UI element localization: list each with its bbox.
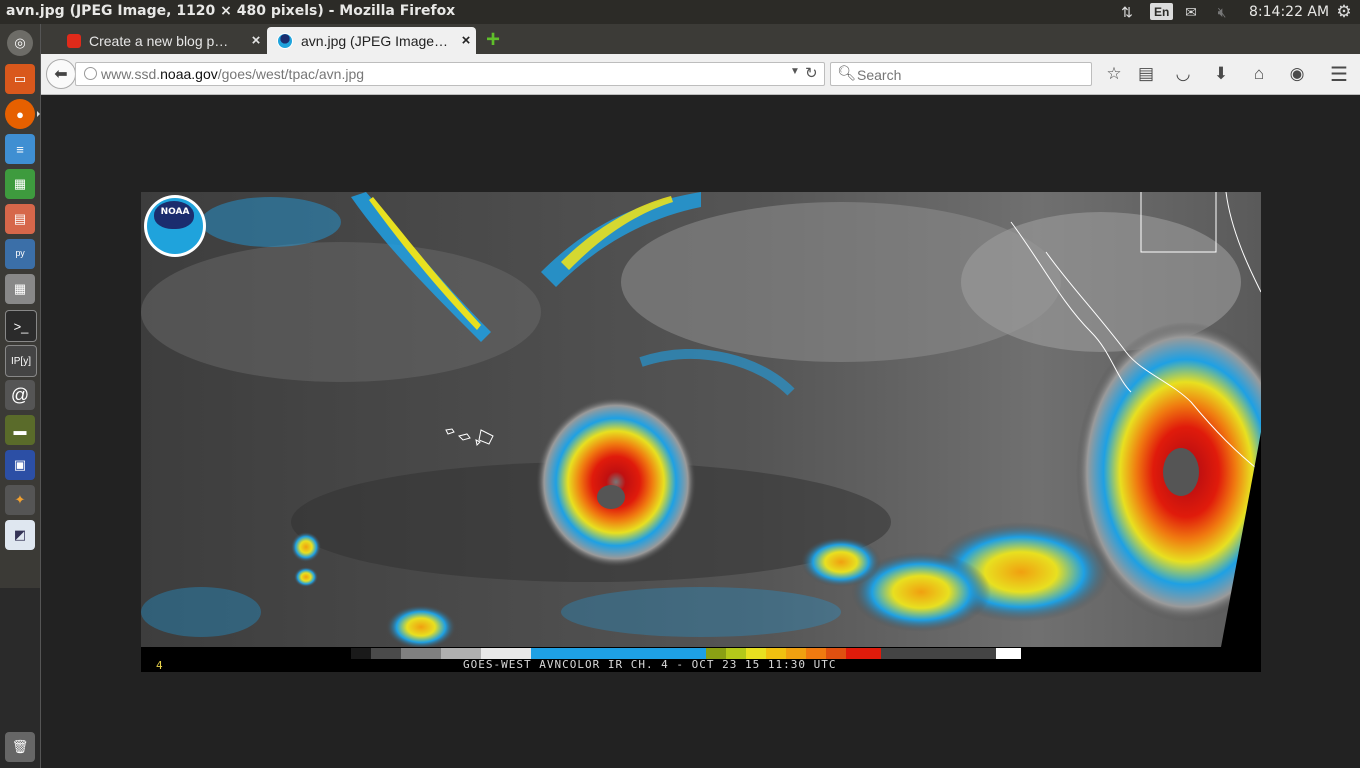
image-viewer-icon[interactable]: ◩ — [5, 520, 35, 550]
pocket-icon[interactable]: ◡ — [1172, 64, 1194, 84]
download-icon[interactable]: ⬇ — [1210, 64, 1232, 84]
url-text[interactable]: www.ssd.noaa.gov/goes/west/tpac/avn.jpg — [101, 66, 364, 82]
reading-list-icon[interactable]: ▤ — [1135, 64, 1157, 84]
window-title: avn.jpg (JPEG Image, 1120 × 480 pixels) … — [6, 3, 456, 19]
channel-number: 4 — [156, 659, 163, 672]
home-icon[interactable]: ⌂ — [1248, 64, 1270, 84]
tank-game-icon[interactable]: ▬ — [5, 415, 35, 445]
back-button[interactable]: ⬅ — [46, 59, 76, 89]
unity-launcher: ◎ ▭ ● ≡ ▦ ▤ ᵖʸ ▦ >_ IP[y] @ ▬ ▣ ✦ ◩ 🗑︎ — [0, 24, 41, 768]
tab-bar: Create a new blog p… × avn.jpg (JPEG Ima… — [41, 24, 1360, 54]
dash-home-icon[interactable]: ◎ — [7, 30, 33, 56]
satellite-image[interactable]: NOAA 4 GOES-WEST AVNCOLOR IR CH. 4 - OCT… — [141, 192, 1261, 672]
chat-icon[interactable]: ◉ — [1286, 64, 1308, 84]
search-input[interactable] — [855, 65, 1084, 85]
firefox-icon[interactable]: ● — [5, 99, 35, 129]
volume-muted-icon[interactable]: 🔇︎ — [1211, 2, 1233, 22]
close-tab-icon[interactable]: × — [456, 32, 476, 49]
terminal-icon[interactable]: >_ — [5, 310, 37, 342]
bookmark-star-icon[interactable]: ☆ — [1103, 64, 1125, 84]
url-bar[interactable]: www.ssd.noaa.gov/goes/west/tpac/avn.jpg … — [75, 62, 825, 86]
blogger-icon — [67, 33, 81, 48]
system-top-bar: avn.jpg (JPEG Image, 1120 × 480 pixels) … — [0, 0, 1360, 24]
trash-icon[interactable]: 🗑︎ — [5, 732, 35, 762]
python-icon[interactable]: ᵖʸ — [5, 239, 35, 269]
tab-avn-image[interactable]: avn.jpg (JPEG Image… × — [267, 27, 476, 54]
desktop-remote-icon[interactable]: ▣ — [5, 450, 35, 480]
search-bar[interactable]: 🔍︎ — [830, 62, 1092, 86]
search-icon: 🔍︎ — [837, 65, 857, 82]
globe-icon — [84, 67, 97, 80]
writer-document-icon[interactable]: ≡ — [5, 134, 35, 164]
network-arrows-icon[interactable]: ⇅ — [1117, 2, 1137, 22]
tab-label: avn.jpg (JPEG Image… — [301, 32, 449, 49]
menu-icon[interactable]: ☰ — [1328, 64, 1350, 86]
star-app-icon[interactable]: ✦ — [5, 485, 35, 515]
satellite-imagery — [141, 192, 1261, 647]
navigation-toolbar: ⬅ www.ssd.noaa.gov/goes/west/tpac/avn.jp… — [41, 54, 1360, 95]
impress-presentation-icon[interactable]: ▤ — [5, 204, 35, 234]
close-tab-icon[interactable]: × — [246, 32, 266, 49]
tab-label: Create a new blog p… — [89, 32, 229, 49]
tab-blog[interactable]: Create a new blog p… × — [57, 27, 266, 54]
calculator-icon[interactable]: ▦ — [5, 274, 35, 304]
calc-spreadsheet-icon[interactable]: ▦ — [5, 169, 35, 199]
image-caption: GOES-WEST AVNCOLOR IR CH. 4 - OCT 23 15 … — [463, 658, 837, 671]
page-content: NOAA 4 GOES-WEST AVNCOLOR IR CH. 4 - OCT… — [41, 95, 1360, 768]
running-indicator — [37, 111, 40, 117]
noaa-logo: NOAA — [144, 195, 206, 257]
mail-icon[interactable]: ✉ — [1180, 2, 1202, 22]
noaa-icon — [277, 32, 293, 49]
new-tab-button[interactable]: + — [482, 28, 504, 52]
gear-icon[interactable]: ⚙ — [1334, 2, 1354, 22]
image-legend: 4 GOES-WEST AVNCOLOR IR CH. 4 - OCT 23 1… — [141, 647, 1261, 672]
clock[interactable]: 8:14:22 AM — [1249, 4, 1329, 20]
keyboard-layout-indicator[interactable]: En — [1150, 3, 1174, 20]
files-folder-icon[interactable]: ▭ — [5, 64, 35, 94]
email-at-icon[interactable]: @ — [5, 380, 35, 410]
ipython-icon[interactable]: IP[y] — [5, 345, 37, 377]
history-dropdown-icon[interactable]: ▼ — [790, 66, 800, 77]
back-arrow-icon: ⬅ — [54, 66, 68, 83]
reload-icon[interactable]: ↻ — [805, 64, 818, 82]
